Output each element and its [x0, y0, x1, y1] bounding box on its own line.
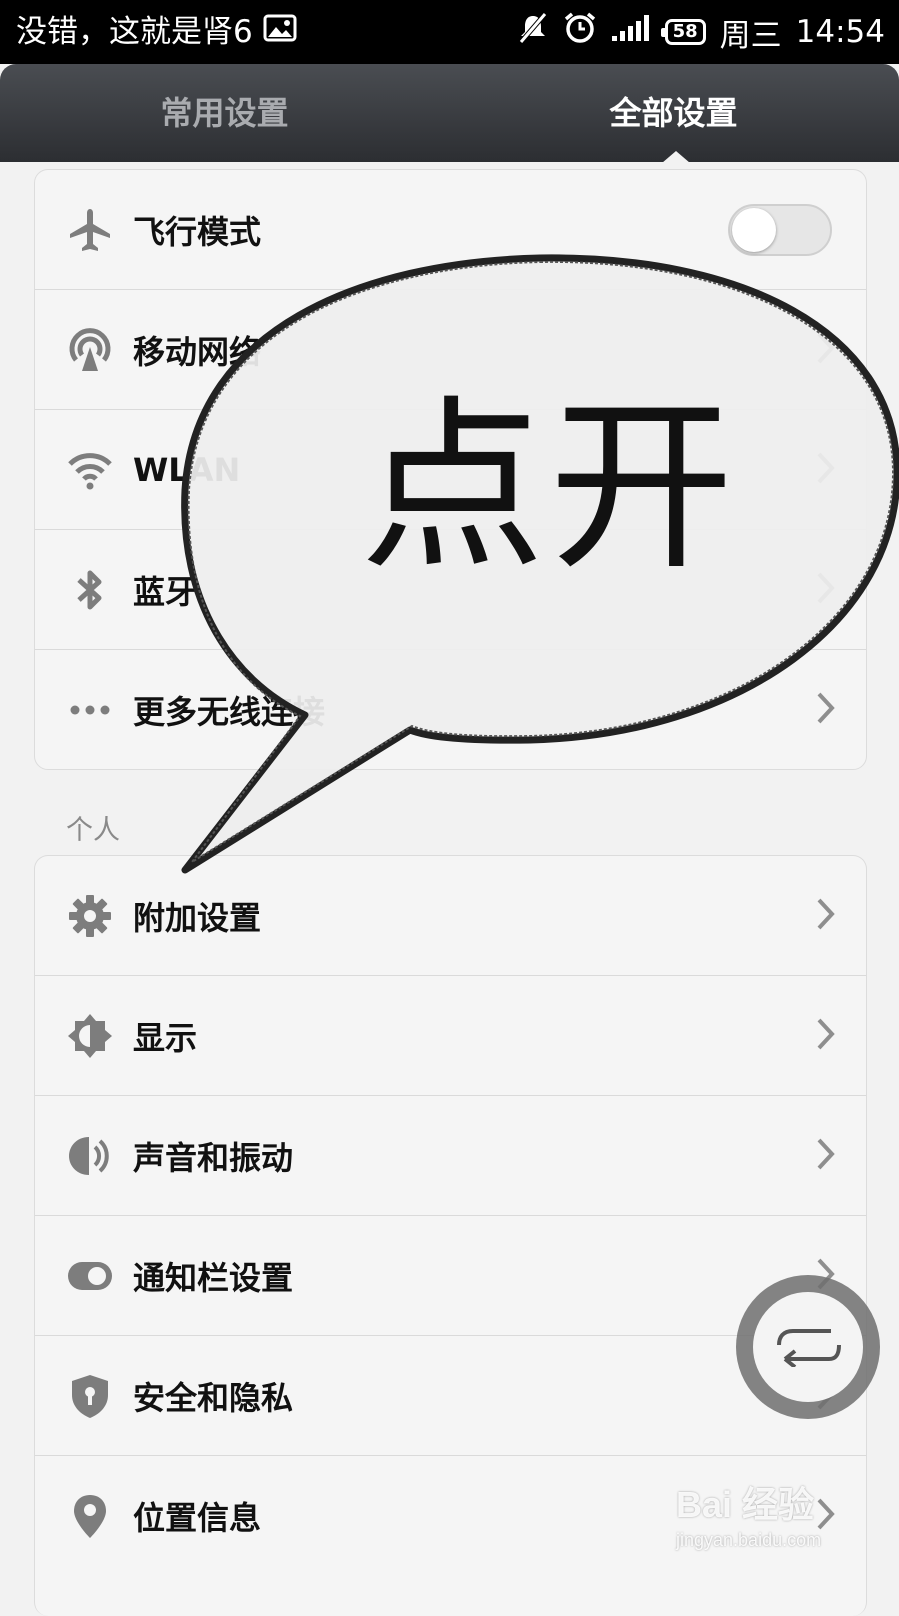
- sound-vibration-row[interactable]: 声音和振动: [35, 1096, 866, 1216]
- display-row[interactable]: 显示: [35, 976, 866, 1096]
- signal-icon: [611, 14, 651, 50]
- security-privacy-label: 安全和隐私: [133, 1378, 294, 1417]
- speaker-icon: [67, 1133, 113, 1179]
- back-arrow-icon: [773, 1323, 843, 1371]
- day-label: 周三: [719, 17, 782, 54]
- tab-common-settings[interactable]: 常用设置: [0, 64, 449, 162]
- chevron-right-icon: [816, 331, 836, 369]
- watermark-url: jingyan.baidu.com: [676, 1530, 822, 1550]
- location-pin-icon: [67, 1493, 113, 1539]
- tab-all-settings[interactable]: 全部设置: [449, 64, 898, 162]
- more-wireless-row[interactable]: 更多无线连接: [35, 650, 866, 769]
- toggle-knob: [732, 207, 776, 252]
- floating-back-inner: [753, 1292, 863, 1402]
- mute-icon: [517, 12, 549, 52]
- additional-settings-label: 附加设置: [133, 898, 262, 937]
- mobile-network-label: 移动网络: [133, 332, 262, 371]
- airplane-mode-toggle[interactable]: [728, 203, 832, 256]
- additional-settings-row[interactable]: 附加设置: [35, 856, 866, 976]
- brightness-icon: [67, 1013, 113, 1059]
- airplane-icon: [67, 207, 113, 253]
- chevron-right-icon: [816, 897, 836, 935]
- shield-icon: [67, 1373, 113, 1419]
- sound-vibration-label: 声音和振动: [133, 1138, 294, 1177]
- notification-bar-label: 通知栏设置: [133, 1258, 294, 1297]
- status-notification: 没错，这就是肾6: [16, 0, 297, 64]
- chevron-right-icon: [816, 451, 836, 489]
- gear-icon: [67, 893, 113, 939]
- bluetooth-label: 蓝牙: [133, 572, 198, 611]
- chevron-right-icon: [816, 1137, 836, 1175]
- airplane-mode-row[interactable]: 飞行模式: [35, 170, 866, 290]
- alarm-icon: [563, 11, 597, 53]
- status-bar: 没错，这就是肾6 58 周三 14:54: [0, 0, 899, 64]
- battery-icon: 58: [660, 19, 706, 45]
- more-wireless-label: 更多无线连接: [133, 692, 326, 731]
- notification-toggle-icon: [67, 1253, 113, 1299]
- wlan-label: WLAN: [133, 450, 241, 489]
- baidu-watermark: Bai 经验 jingyan.baidu.com: [676, 1476, 821, 1551]
- status-icons: 58 周三 14:54: [517, 0, 885, 64]
- more-dots-icon: [67, 687, 113, 733]
- location-label: 位置信息: [133, 1498, 262, 1537]
- chevron-right-icon: [816, 571, 836, 609]
- clock: 14:54: [795, 14, 885, 50]
- settings-tab-bar: 常用设置 全部设置: [0, 64, 899, 163]
- chevron-right-icon: [816, 1017, 836, 1055]
- bubble-text: 点开: [360, 379, 738, 595]
- chevron-right-icon: [816, 691, 836, 729]
- display-label: 显示: [133, 1018, 198, 1057]
- active-tab-indicator: [662, 151, 690, 163]
- mobile-network-icon: [67, 327, 113, 373]
- section-header-personal: 个人: [66, 815, 120, 846]
- airplane-mode-label: 飞行模式: [133, 212, 262, 251]
- floating-back-button[interactable]: [736, 1275, 880, 1419]
- notification-text: 没错，这就是肾6: [16, 14, 253, 50]
- watermark-main: Bai 经验: [676, 1484, 815, 1525]
- wifi-icon: [67, 447, 113, 493]
- image-icon: [263, 0, 297, 64]
- bluetooth-icon: [67, 567, 113, 613]
